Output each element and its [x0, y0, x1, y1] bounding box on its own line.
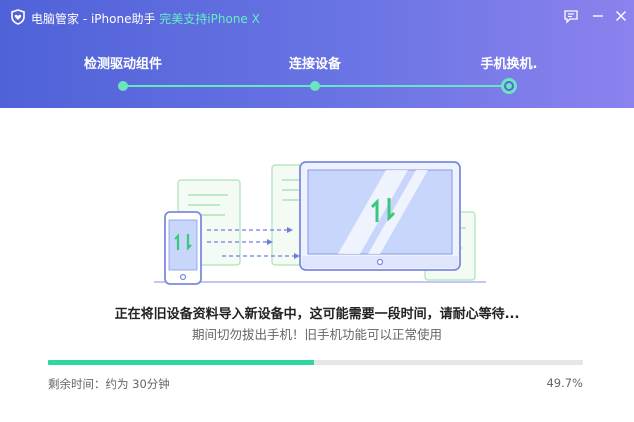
header: 电脑管家 - iPhone助手 完美支持iPhone X 检测驱动组件 连接设备…	[0, 0, 634, 108]
close-icon[interactable]	[611, 6, 631, 26]
promo-text: 完美支持iPhone X	[159, 12, 260, 26]
step-label-phone-transfer: 手机换机.	[480, 57, 538, 72]
step-label-detect-driver: 检测驱动组件	[83, 57, 163, 72]
progress-percent: 49.7%	[546, 376, 583, 390]
step-dot-done	[310, 81, 320, 91]
title-bar: 电脑管家 - iPhone助手 完美支持iPhone X	[0, 0, 634, 34]
time-remaining: 剩余时间：约为 30分钟	[48, 377, 170, 391]
step-dot-done	[118, 81, 128, 91]
shield-heart-icon	[11, 9, 25, 25]
minimize-icon[interactable]	[588, 6, 608, 26]
step-label-connect-device: 连接设备	[288, 57, 342, 72]
app-name: 电脑管家 - iPhone助手	[31, 12, 156, 26]
progress-bar-fill	[48, 360, 314, 365]
status-message: 正在将旧设备资料导入新设备中，这可能需要一段时间，请耐心等待...	[114, 307, 520, 322]
phone-to-computer-transfer-icon	[154, 161, 486, 285]
status-warning: 期间切勿拔出手机！旧手机功能可以正常使用	[191, 327, 442, 342]
window-title: 电脑管家 - iPhone助手 完美支持iPhone X	[31, 10, 260, 27]
step-indicator: 检测驱动组件 连接设备 手机换机.	[0, 40, 634, 100]
step-dot-current	[501, 78, 517, 94]
progress-bar	[48, 360, 583, 365]
chat-bubble-icon[interactable]	[561, 6, 581, 26]
